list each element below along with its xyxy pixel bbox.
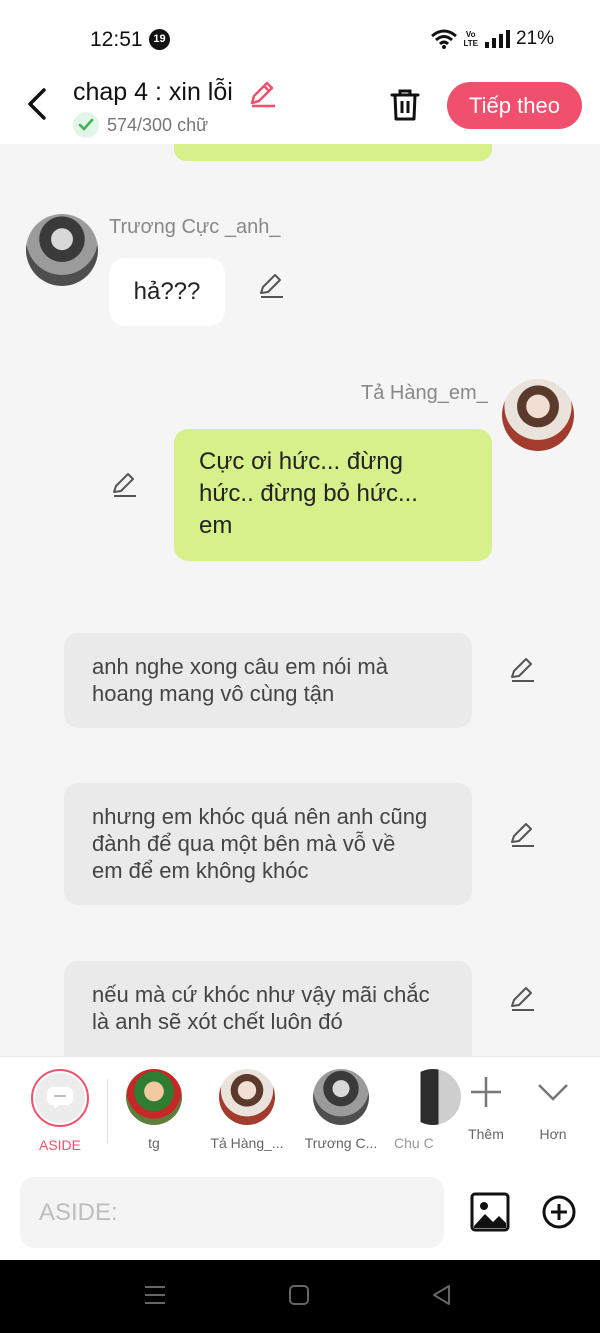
edit-icon[interactable] bbox=[508, 820, 536, 848]
battery-level: 21% bbox=[515, 28, 554, 49]
avatar bbox=[219, 1069, 275, 1125]
aside-avatar bbox=[31, 1069, 89, 1127]
character-label: Chu C bbox=[394, 1135, 434, 1151]
narration-line: hoang mang vô cùng tận bbox=[92, 681, 335, 706]
narration-line: nhưng em khóc quá nên anh cũng bbox=[92, 804, 428, 829]
message-line: hức.. đừng bỏ hức... bbox=[199, 480, 418, 507]
message-bubble[interactable]: hả??? bbox=[109, 258, 225, 326]
home-icon[interactable] bbox=[288, 1284, 310, 1306]
back-arrow-icon[interactable] bbox=[24, 86, 52, 122]
status-bar: 12:51 19 Vo LTE 21% bbox=[0, 0, 600, 72]
edit-icon[interactable] bbox=[508, 655, 536, 683]
status-icons: Vo LTE 21% bbox=[431, 28, 554, 50]
aside-avatar-inner bbox=[35, 1073, 85, 1123]
character-label: Trương C... bbox=[304, 1135, 378, 1151]
character-label: ASIDE bbox=[38, 1137, 81, 1153]
character-label: Hơn bbox=[539, 1126, 567, 1142]
character-truong-cuc[interactable]: Trương C... bbox=[296, 1069, 386, 1151]
previous-message-bubble[interactable] bbox=[174, 144, 492, 161]
volte-icon: Vo LTE bbox=[463, 30, 478, 48]
narration-line: là anh sẽ xót chết luôn đó bbox=[92, 1009, 343, 1034]
avatar[interactable] bbox=[502, 379, 574, 451]
system-nav-bar bbox=[0, 1260, 600, 1333]
narration-block[interactable]: anh nghe xong câu em nói mà hoang mang v… bbox=[64, 633, 472, 728]
avatar[interactable] bbox=[26, 214, 98, 286]
character-chu[interactable]: Chu C bbox=[375, 1069, 461, 1151]
trash-icon[interactable] bbox=[386, 86, 424, 124]
input-bar bbox=[0, 1164, 600, 1260]
edit-icon[interactable] bbox=[257, 271, 285, 299]
character-ta-hang[interactable]: Tả Hàng_... bbox=[202, 1069, 292, 1151]
narration-line: nếu mà cứ khóc như vậy mãi chắc bbox=[92, 982, 430, 1007]
narration-line: anh nghe xong câu em nói mà bbox=[92, 654, 388, 679]
chevron-down-icon bbox=[538, 1084, 568, 1101]
edit-icon[interactable] bbox=[110, 470, 138, 498]
edit-title-icon[interactable] bbox=[247, 78, 277, 108]
chapter-title[interactable]: chap 4 : xin lỗi bbox=[73, 78, 233, 107]
narration-block[interactable]: nếu mà cứ khóc như vậy mãi chắc là anh s… bbox=[64, 961, 472, 1056]
edit-icon[interactable] bbox=[508, 984, 536, 1012]
narration-block[interactable]: nhưng em khóc quá nên anh cũng đành để q… bbox=[64, 783, 472, 905]
divider bbox=[107, 1079, 108, 1143]
avatar bbox=[126, 1069, 182, 1125]
character-label: tg bbox=[148, 1135, 160, 1151]
plus-icon bbox=[471, 1077, 501, 1107]
menu-icon[interactable] bbox=[144, 1284, 166, 1306]
character-aside[interactable]: ASIDE bbox=[15, 1069, 105, 1153]
more-button[interactable]: Hơn bbox=[508, 1069, 598, 1142]
avatar bbox=[313, 1069, 369, 1125]
message-line: Cực ơi hức... đừng bbox=[199, 448, 403, 475]
word-count-row: 574/300 chữ bbox=[73, 112, 208, 138]
character-bar: ASIDE tg Tả Hàng_... Trương C... Chu C T… bbox=[0, 1056, 600, 1164]
signal-icon bbox=[484, 30, 510, 48]
character-tg[interactable]: tg bbox=[109, 1069, 199, 1151]
speaker-name: Trương Cực _anh_ bbox=[109, 216, 281, 238]
back-triangle-icon[interactable] bbox=[431, 1284, 453, 1306]
message-bubble[interactable]: Cực ơi hức... đừng hức.. đừng bỏ hức... … bbox=[174, 429, 492, 561]
wifi-icon bbox=[431, 29, 458, 49]
notification-badge: 19 bbox=[149, 29, 170, 50]
next-button[interactable]: Tiếp theo bbox=[447, 82, 582, 129]
chat-area: Trương Cực _anh_ hả??? Tả Hàng_em_ Cực ơ… bbox=[0, 144, 600, 1056]
image-icon[interactable] bbox=[470, 1192, 510, 1232]
character-label: Tả Hàng_... bbox=[210, 1135, 284, 1151]
word-count: 574/300 chữ bbox=[107, 114, 209, 135]
narration-line: em để em không khóc bbox=[92, 858, 309, 883]
message-line: em bbox=[199, 512, 233, 539]
speaker-name: Tả Hàng_em_ bbox=[361, 382, 488, 404]
editor-header: chap 4 : xin lỗi 574/300 chữ Tiếp theo bbox=[0, 72, 600, 144]
message-input[interactable] bbox=[20, 1177, 444, 1248]
check-icon bbox=[73, 112, 99, 138]
narration-line: đành để qua một bên mà vỗ về bbox=[92, 831, 396, 856]
chat-bubble-icon bbox=[47, 1087, 73, 1109]
clock: 12:51 bbox=[90, 28, 143, 51]
add-circle-icon[interactable] bbox=[541, 1194, 577, 1230]
